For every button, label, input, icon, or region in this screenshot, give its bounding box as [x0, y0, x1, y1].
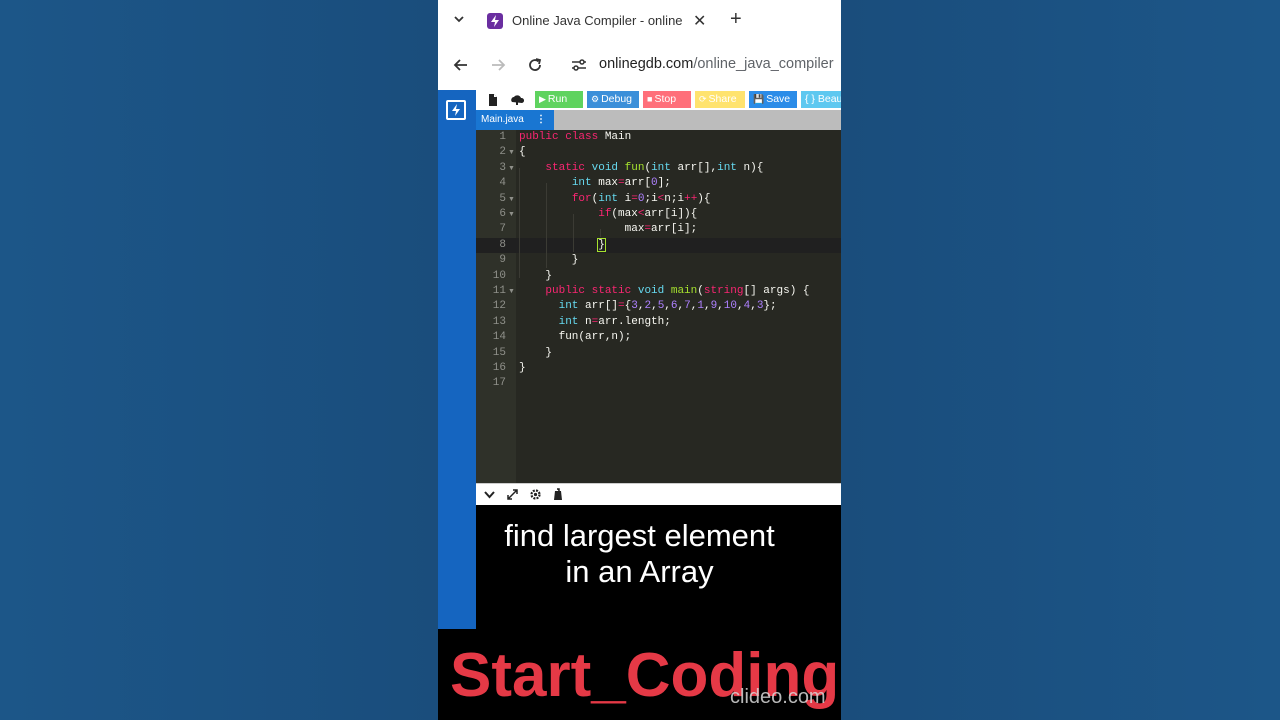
line-number: 9	[499, 254, 506, 267]
browser-tab-bar: Online Java Compiler - online ✕ +	[438, 0, 841, 42]
console-toolbar	[476, 483, 841, 505]
line-number: 6	[499, 208, 506, 220]
url-path: /online_java_compiler	[693, 56, 834, 72]
fold-arrow-icon[interactable]: ▼	[508, 145, 515, 160]
fold-arrow-icon[interactable]: ▼	[508, 207, 515, 222]
fold-arrow-icon[interactable]: ▼	[508, 284, 515, 299]
beautify-button[interactable]: { } Beau	[801, 91, 841, 108]
fold-arrow-icon[interactable]: ▼	[508, 192, 515, 207]
line-number: 15	[492, 346, 506, 359]
code-line: }	[519, 346, 553, 359]
code-line: static void fun(int arr[],int n){	[545, 161, 764, 174]
line-number: 3	[499, 161, 506, 174]
line-number: 10	[492, 269, 506, 282]
line-number: 16	[492, 362, 506, 374]
code-line: int n=arr.length;	[558, 315, 671, 328]
address-bar: onlinegdb.com/online_java_compiler	[438, 42, 841, 90]
line-number: 1	[499, 131, 506, 143]
code-line: }	[519, 254, 579, 267]
line-number: 8	[499, 238, 506, 251]
back-arrow-icon[interactable]	[452, 56, 470, 74]
forward-arrow-icon[interactable]	[489, 56, 507, 74]
code-line: public class Main	[519, 131, 632, 143]
ide-toolbar: ▶ Run ⚙ Debug ■ Stop ⟳ Share 💾 Save { } Beau	[476, 90, 841, 110]
code-line: }	[519, 269, 553, 282]
save-button[interactable]: 💾 Save	[749, 91, 797, 108]
tab-title[interactable]: Online Java Compiler - online	[512, 13, 683, 28]
code-line: max=arr[i];	[519, 223, 698, 236]
code-line: if(max<arr[i]){	[598, 208, 698, 220]
line-number: 4	[499, 177, 506, 190]
file-tab-bar: Main.java ⋮	[476, 110, 841, 130]
clear-console-icon[interactable]	[552, 488, 565, 501]
code-line: }	[597, 237, 606, 252]
site-settings-icon[interactable]	[570, 56, 588, 74]
debug-button[interactable]: ⚙ Debug	[587, 91, 639, 108]
upload-icon[interactable]	[510, 93, 524, 107]
plus-icon[interactable]: +	[730, 8, 742, 31]
file-tab-main-java[interactable]: Main.java ⋮	[476, 110, 554, 130]
code-line: for(int i=0;i<n;i++){	[571, 192, 711, 205]
reload-icon[interactable]	[526, 56, 544, 74]
settings-gear-icon[interactable]	[529, 488, 542, 501]
stop-button[interactable]: ■ Stop	[643, 91, 691, 108]
line-number: 12	[492, 300, 506, 313]
code-line: public static void main(string[] args) {	[545, 285, 810, 297]
line-number: 5	[499, 192, 506, 205]
background-right	[841, 0, 1280, 720]
code-editor[interactable]: 1 2 3 4 5 6 7 8 9 10 11 12 13 14 15 16 1…	[476, 130, 841, 483]
new-file-icon[interactable]	[486, 93, 500, 107]
more-options-icon[interactable]: ⋮	[536, 110, 546, 130]
url-domain: onlinegdb.com	[599, 56, 694, 72]
line-number: 17	[492, 377, 506, 390]
close-icon[interactable]: ✕	[693, 11, 706, 31]
code-line: }	[519, 362, 526, 374]
background-left	[0, 0, 438, 720]
code-line: {	[519, 146, 526, 159]
watermark: clideo.com	[730, 686, 826, 708]
collapse-chevron-icon[interactable]	[483, 488, 496, 501]
line-number: 2	[499, 146, 506, 159]
video-caption-line1: find largest element	[504, 518, 775, 553]
share-button[interactable]: ⟳ Share	[695, 91, 745, 108]
chevron-down-icon[interactable]	[452, 12, 466, 26]
code-line: int max=arr[0];	[571, 177, 671, 190]
line-number: 14	[492, 331, 506, 344]
code-line: int arr[]={3,2,5,6,7,1,9,10,4,3};	[558, 300, 777, 313]
line-number: 13	[492, 315, 506, 328]
line-number: 11	[492, 285, 506, 297]
line-number: 7	[499, 223, 506, 236]
url-field[interactable]: onlinegdb.com/online_java_compiler	[599, 56, 834, 72]
phone-frame: Online Java Compiler - online ✕ + online…	[438, 0, 841, 720]
code-line: fun(arr,n);	[519, 331, 632, 344]
onlinegdb-logo-icon[interactable]	[446, 100, 466, 120]
video-caption-line2: in an Array	[565, 554, 714, 589]
expand-icon[interactable]	[506, 488, 519, 501]
run-button[interactable]: ▶ Run	[535, 91, 583, 108]
favicon-bolt-icon	[487, 13, 503, 29]
fold-arrow-icon[interactable]: ▼	[508, 161, 515, 176]
